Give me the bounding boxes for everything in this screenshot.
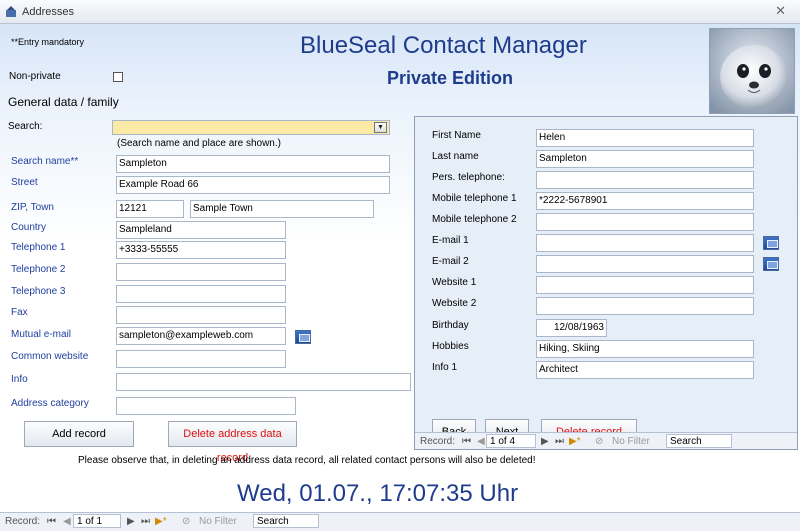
website-1-field[interactable] bbox=[536, 276, 754, 294]
app-icon bbox=[6, 6, 16, 17]
first-record-icon[interactable]: ⏮ bbox=[47, 516, 56, 527]
entry-mandatory-note: **Entry mandatory bbox=[11, 37, 85, 47]
prev-record-icon[interactable]: ◀ bbox=[477, 436, 485, 447]
pers-telephone-label: Pers. telephone: bbox=[432, 172, 505, 183]
nonprivate-checkbox[interactable] bbox=[113, 72, 123, 82]
telephone1-field[interactable]: +3333-55555 bbox=[116, 241, 286, 259]
filter-icon[interactable]: ⊘ bbox=[595, 436, 603, 447]
telephone2-label: Telephone 2 bbox=[11, 264, 66, 275]
last-record-icon[interactable]: ⏭ bbox=[555, 436, 564, 447]
nonprivate-label: Non-private bbox=[9, 71, 61, 82]
contact-person-panel: First Name Helen Last name Sampleton Pers. t… bbox=[414, 116, 798, 450]
fax-field[interactable] bbox=[116, 306, 286, 324]
e-mail-1-field[interactable] bbox=[536, 234, 754, 252]
record-position[interactable]: 1 of 1 bbox=[73, 514, 121, 528]
first-record-icon[interactable]: ⏮ bbox=[462, 436, 471, 447]
window-titlebar: Addresses ✕ bbox=[0, 0, 800, 24]
new-record-icon[interactable]: ▶* bbox=[155, 516, 167, 527]
section-general-family: General data / family bbox=[8, 95, 119, 109]
mobile-telephone-2-field[interactable] bbox=[536, 213, 754, 231]
website-2-label: Website 2 bbox=[432, 298, 477, 309]
e-mail-2-field[interactable] bbox=[536, 255, 754, 273]
record-position[interactable]: 1 of 4 bbox=[486, 434, 536, 448]
hobbies-label: Hobbies bbox=[432, 341, 469, 352]
info-1-field[interactable]: Architect bbox=[536, 361, 754, 379]
search-combobox[interactable]: ▼ bbox=[112, 120, 390, 135]
search-label: Search: bbox=[8, 121, 43, 132]
telephone3-label: Telephone 3 bbox=[11, 286, 66, 297]
contact-record-navigator: Record: ⏮ ◀ 1 of 4 ▶ ⏭ ▶* ⊘ No Filter Se… bbox=[415, 432, 797, 449]
mobile-telephone-1-label: Mobile telephone 1 bbox=[432, 193, 517, 204]
record-label: Record: bbox=[5, 516, 41, 527]
filter-icon[interactable]: ⊘ bbox=[182, 516, 190, 527]
no-filter-label[interactable]: No Filter bbox=[612, 436, 650, 447]
search-name-label: Search name** bbox=[11, 156, 79, 167]
common-website-field[interactable] bbox=[116, 350, 286, 368]
record-label: Record: bbox=[420, 436, 456, 447]
mobile-telephone-2-label: Mobile telephone 2 bbox=[432, 214, 517, 225]
town-field[interactable]: Sample Town bbox=[190, 200, 374, 218]
next-record-icon[interactable]: ▶ bbox=[127, 516, 135, 527]
e-mail-2-label: E-mail 2 bbox=[432, 256, 469, 267]
datetime-display: Wed, 01.07., 17:07:35 Uhr bbox=[237, 480, 519, 507]
address-category-field[interactable] bbox=[116, 397, 296, 415]
send-email-icon[interactable] bbox=[763, 257, 779, 271]
info-1-label: Info 1 bbox=[432, 362, 458, 373]
zip-field[interactable]: 12121 bbox=[116, 200, 184, 218]
next-record-icon[interactable]: ▶ bbox=[541, 436, 549, 447]
prev-record-icon[interactable]: ◀ bbox=[63, 516, 71, 527]
hobbies-field[interactable]: Hiking, Skiing bbox=[536, 340, 754, 358]
info-label: Info bbox=[11, 374, 28, 385]
zip-town-label: ZIP, Town bbox=[11, 202, 54, 213]
website-1-label: Website 1 bbox=[432, 277, 477, 288]
mutual-email-field[interactable]: sampleton@exampleweb.com bbox=[116, 327, 286, 345]
mutual-email-label: Mutual e-mail bbox=[11, 329, 72, 340]
app-title: BlueSeal Contact Manager bbox=[300, 32, 587, 59]
e-mail-1-label: E-mail 1 bbox=[432, 235, 469, 246]
search-name-field[interactable]: Sampleton bbox=[116, 155, 390, 173]
send-email-icon[interactable] bbox=[763, 236, 779, 250]
telephone2-field[interactable] bbox=[116, 263, 286, 281]
first-name-field[interactable]: Helen bbox=[536, 129, 754, 147]
mobile-telephone-1-field[interactable]: *2222-5678901 bbox=[536, 192, 754, 210]
delete-warning-note: Please observe that, in deleting an addr… bbox=[78, 455, 536, 466]
close-icon[interactable]: ✕ bbox=[775, 4, 786, 19]
send-email-icon[interactable] bbox=[295, 330, 311, 344]
chevron-down-icon[interactable]: ▼ bbox=[374, 122, 387, 133]
street-label: Street bbox=[11, 177, 38, 188]
common-website-label: Common website bbox=[11, 351, 89, 362]
no-filter-label[interactable]: No Filter bbox=[199, 516, 237, 527]
add-record-button[interactable]: Add record bbox=[24, 421, 134, 447]
street-field[interactable]: Example Road 66 bbox=[116, 176, 390, 194]
last-name-label: Last name bbox=[432, 151, 479, 162]
info-field[interactable] bbox=[116, 373, 411, 391]
telephone1-label: Telephone 1 bbox=[11, 242, 66, 253]
last-name-field[interactable]: Sampleton bbox=[536, 150, 754, 168]
record-search-input[interactable]: Search bbox=[253, 514, 319, 528]
fax-label: Fax bbox=[11, 307, 28, 318]
country-field[interactable]: Sampleland bbox=[116, 221, 286, 239]
first-name-label: First Name bbox=[432, 130, 481, 141]
birthday-field[interactable]: 12/08/1963 bbox=[536, 319, 607, 337]
delete-address-button[interactable]: Delete address data record bbox=[168, 421, 297, 464]
new-record-icon[interactable]: ▶* bbox=[569, 436, 581, 447]
birthday-label: Birthday bbox=[432, 320, 469, 331]
main-record-navigator: Record: ⏮ ◀ 1 of 1 ▶ ⏭ ▶* ⊘ No Filter Se… bbox=[0, 512, 800, 531]
record-search-input[interactable]: Search bbox=[666, 434, 732, 448]
edition-title: Private Edition bbox=[387, 68, 514, 88]
window-title: Addresses bbox=[22, 6, 74, 18]
seal-logo-image bbox=[709, 28, 795, 114]
last-record-icon[interactable]: ⏭ bbox=[141, 516, 150, 527]
telephone3-field[interactable] bbox=[116, 285, 286, 303]
website-2-field[interactable] bbox=[536, 297, 754, 315]
country-label: Country bbox=[11, 222, 47, 233]
addresses-form: **Entry mandatory BlueSeal Contact Manag… bbox=[0, 24, 800, 512]
pers-telephone-field[interactable] bbox=[536, 171, 754, 189]
address-category-label: Address category bbox=[11, 398, 89, 409]
search-hint: (Search name and place are shown.) bbox=[117, 138, 281, 149]
